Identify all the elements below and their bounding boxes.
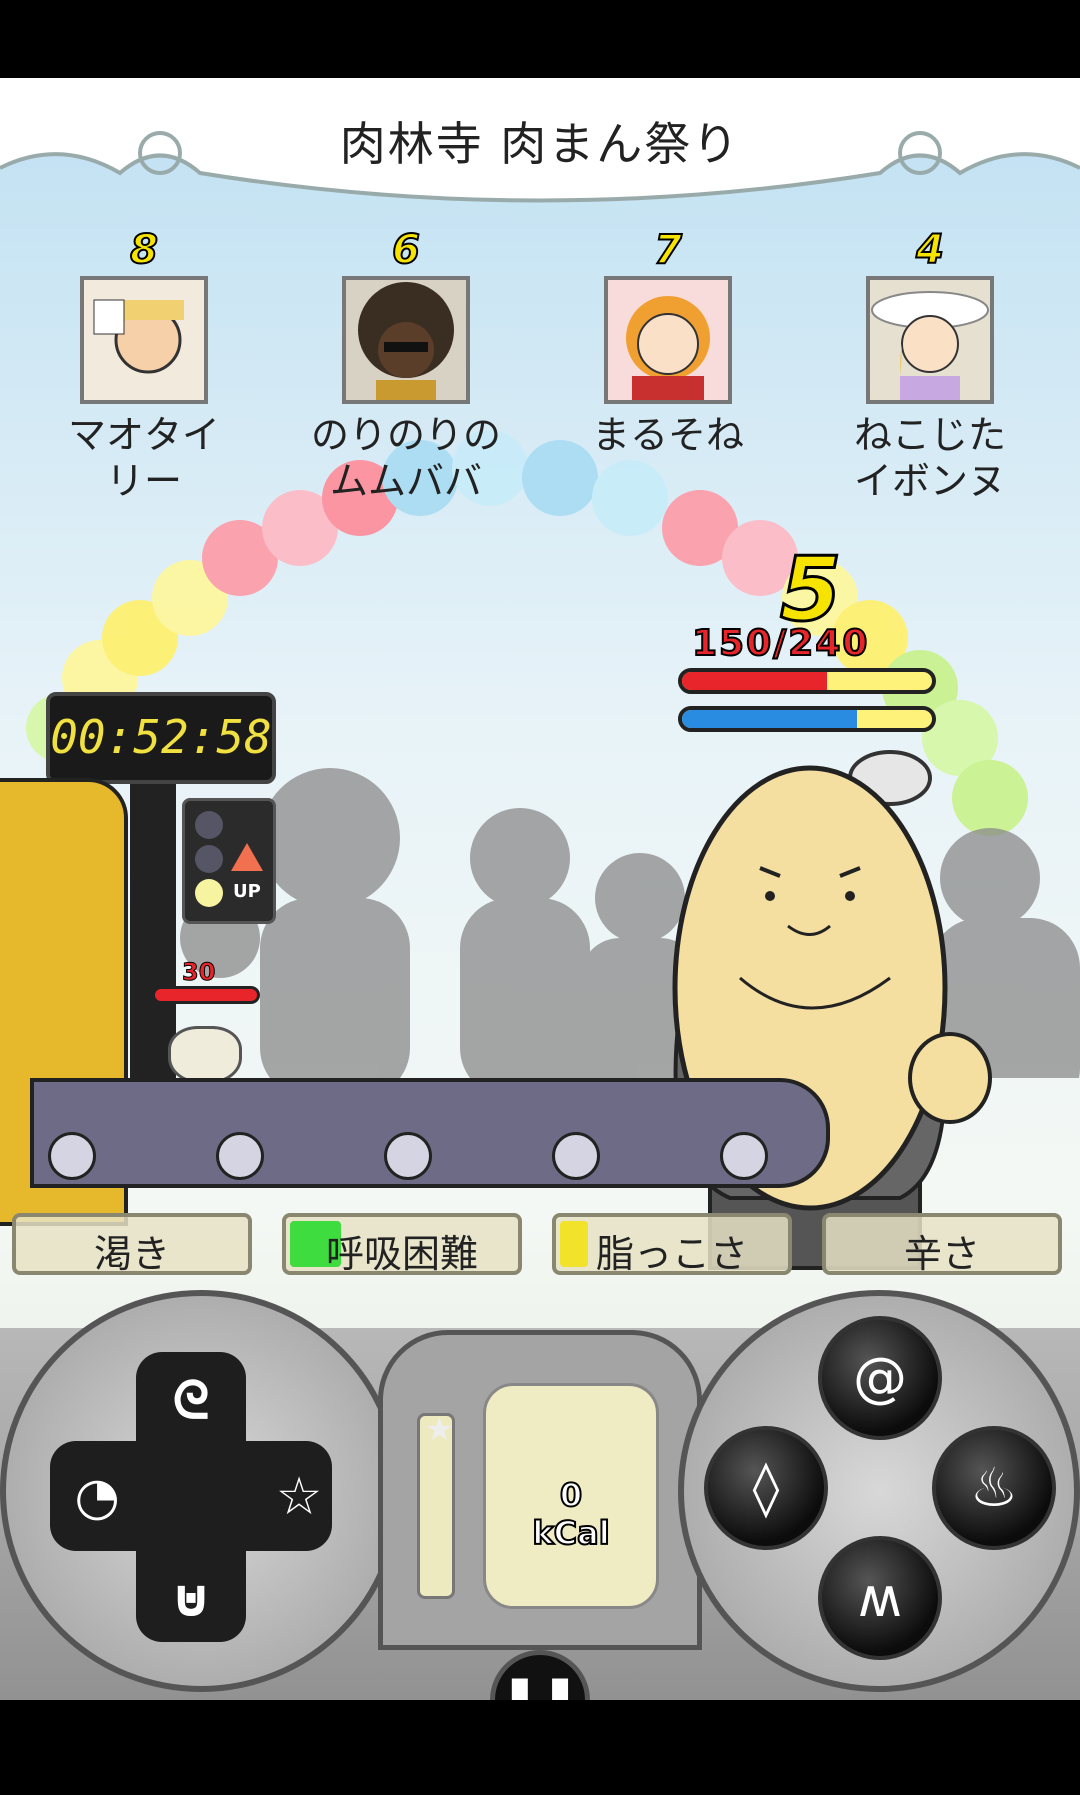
- swirl-icon[interactable]: ᘓ: [156, 1366, 226, 1436]
- kcal-display: 0 kCal: [483, 1383, 659, 1609]
- drop-icon[interactable]: ◊: [704, 1426, 828, 1550]
- speed-signal: UP: [182, 798, 276, 924]
- rival-portrait: [342, 276, 470, 404]
- up-arrow-icon: [231, 843, 263, 871]
- meter-label: 脂っこさ: [595, 1232, 748, 1276]
- meter-thirst: 渇き: [12, 1213, 252, 1276]
- rival-name: ねこじた イボンヌ: [853, 413, 1006, 503]
- timer-pole: [130, 784, 176, 1084]
- roller: [720, 1132, 768, 1180]
- zigzag-icon[interactable]: ʍ: [818, 1536, 942, 1660]
- kcal-value: 0: [559, 1475, 583, 1515]
- gauge-star-icon: ★: [425, 1410, 454, 1448]
- rival-3[interactable]: 7 まるそね: [568, 227, 768, 458]
- rival-1[interactable]: 8 マオタイ リー: [44, 227, 244, 504]
- rival-4[interactable]: 4 ねこじた イボンヌ: [830, 227, 1030, 504]
- signal-lamp: [195, 811, 223, 839]
- hp-bar-fill: [682, 672, 827, 690]
- bun-bar: [152, 986, 260, 1004]
- hp-readout: 150/240: [691, 622, 870, 665]
- pause-icon: ❚❚: [499, 1671, 581, 1700]
- game-stage: 肉林寺 肉まん祭り 8 マオタイ リー 6 のりのりの ムムババ 7 まるそね …: [0, 78, 1080, 1700]
- signal-lamp: [195, 845, 223, 873]
- kcal-unit: kCal: [531, 1513, 610, 1553]
- meter-label: 呼吸困難: [325, 1232, 478, 1276]
- rival-name: まるそね: [591, 413, 744, 457]
- roller: [384, 1132, 432, 1180]
- signal-lamp: [195, 879, 223, 907]
- cup-icon[interactable]: ⊍: [156, 1564, 226, 1634]
- star-icon[interactable]: ☆: [264, 1462, 334, 1532]
- stamina-bar: [678, 706, 936, 732]
- rival-name: マオタイ リー: [67, 413, 220, 503]
- rival-portrait: [604, 276, 732, 404]
- hp-bar: [678, 668, 936, 694]
- nav-bar: [0, 1700, 1080, 1795]
- bun-value: 30: [181, 958, 216, 987]
- conveyor-belt: [30, 1078, 830, 1188]
- meat-bun[interactable]: [168, 1026, 242, 1084]
- roller: [48, 1132, 96, 1180]
- chomp-icon[interactable]: ◔: [62, 1462, 132, 1532]
- roller: [216, 1132, 264, 1180]
- kcal-panel: 0 kCal: [378, 1330, 702, 1650]
- rival-rank: 6: [391, 227, 421, 273]
- rival-2[interactable]: 6 のりのりの ムムババ: [306, 227, 506, 504]
- meter-label: 辛さ: [903, 1232, 980, 1276]
- dpad: ᘓ ◔ ☆ ⊍: [0, 1290, 402, 1692]
- rival-portrait: [866, 276, 994, 404]
- rival-rank: 8: [129, 227, 159, 273]
- meter-spiciness: 辛さ: [822, 1213, 1062, 1276]
- stamina-bar-fill: [682, 710, 857, 728]
- rival-rank: 7: [653, 227, 683, 273]
- rival-name: のりのりの ムムババ: [310, 413, 501, 503]
- up-label: UP: [233, 881, 261, 902]
- countdown-timer: 00:52:58: [46, 692, 276, 784]
- meter-greasiness: 脂っこさ: [552, 1213, 792, 1276]
- meter-breathing: 呼吸困難: [282, 1213, 522, 1276]
- status-bar: [0, 0, 1080, 78]
- meter-label: 渇き: [93, 1232, 170, 1276]
- rival-portrait: [80, 276, 208, 404]
- action-pad: @ ◊ ♨ ʍ: [678, 1290, 1080, 1692]
- rival-rank: 4: [915, 227, 945, 273]
- roller: [552, 1132, 600, 1180]
- flame-icon[interactable]: ♨: [932, 1426, 1056, 1550]
- spiral-icon[interactable]: @: [818, 1316, 942, 1440]
